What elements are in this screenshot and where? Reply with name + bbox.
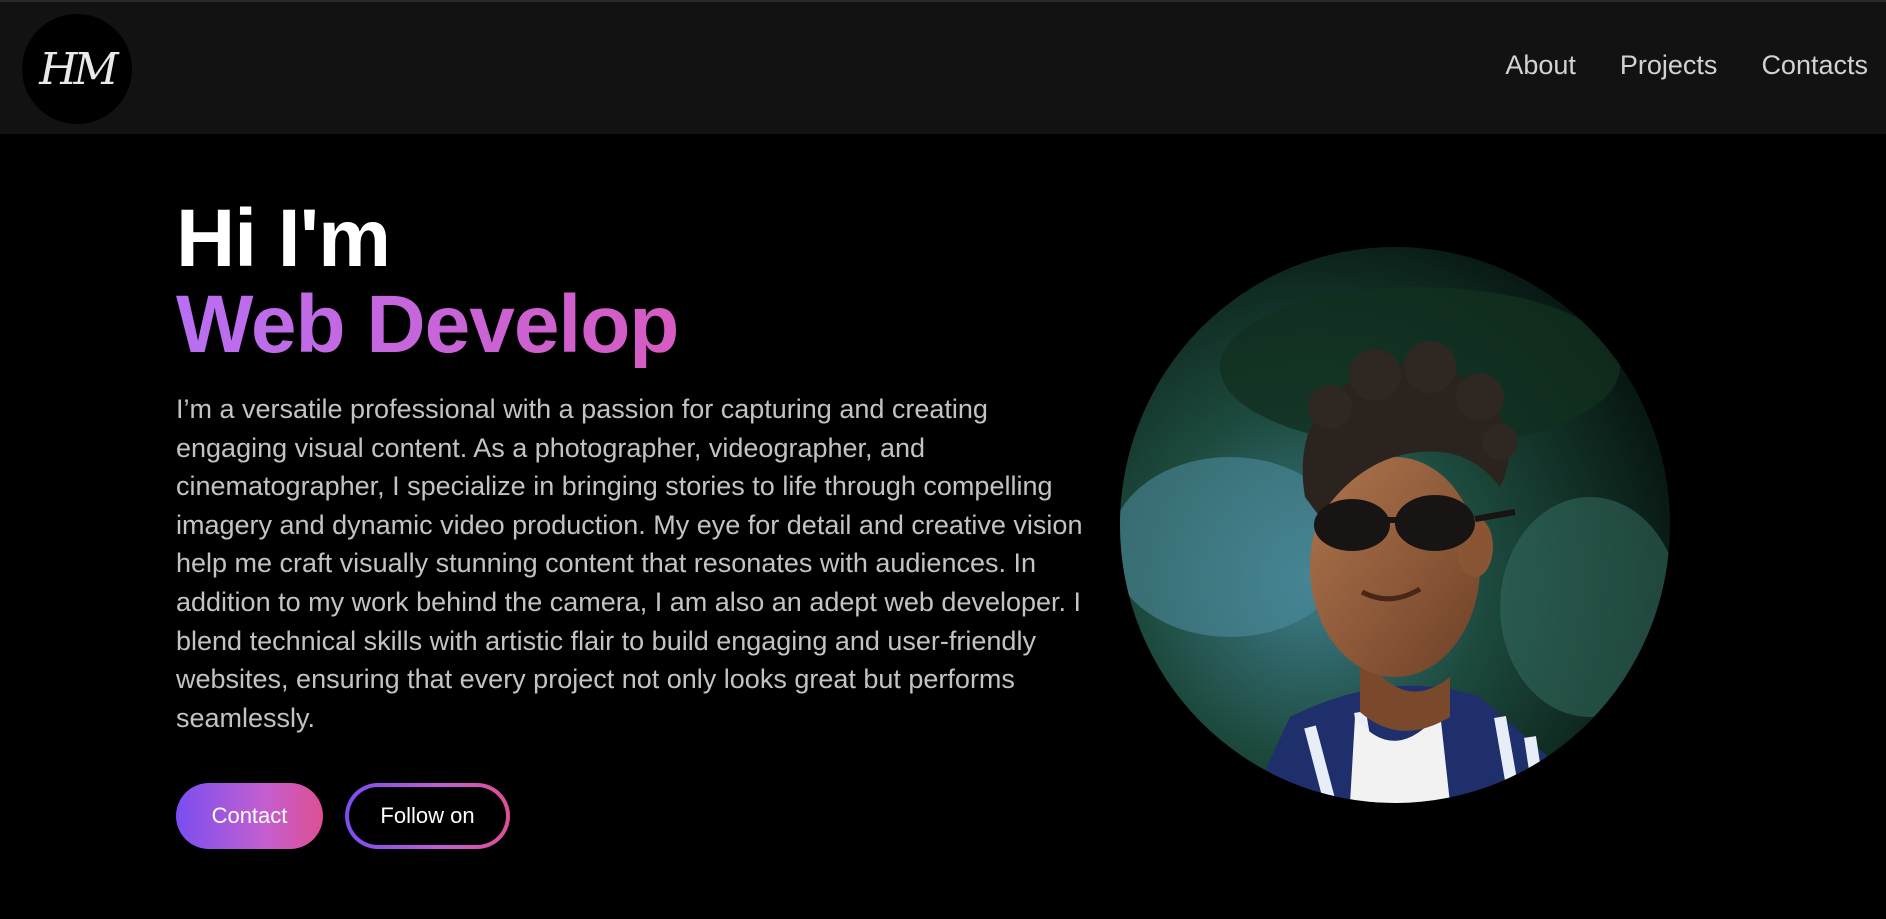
follow-on-button[interactable]: Follow on [345, 783, 510, 849]
nav-link-contacts[interactable]: Contacts [1761, 50, 1868, 81]
nav-link-projects[interactable]: Projects [1620, 50, 1718, 81]
hero-greeting: Hi I'm [176, 193, 391, 284]
contact-button[interactable]: Contact [176, 783, 323, 849]
hero-description: I’m a versatile professional with a pass… [176, 394, 1083, 733]
profile-photo [1120, 247, 1670, 803]
hero-actions: Contact Follow on [176, 783, 510, 849]
hero-intro: Hi I'm Web Develop I’m a versatile profe… [176, 196, 1086, 737]
nav-link-about[interactable]: About [1505, 50, 1576, 81]
navbar: HM About Projects Contacts [0, 0, 1886, 134]
logo[interactable]: HM [22, 14, 132, 124]
nav-links: About Projects Contacts [1505, 50, 1868, 81]
hero-role-typed: Web Develop [176, 282, 1086, 368]
